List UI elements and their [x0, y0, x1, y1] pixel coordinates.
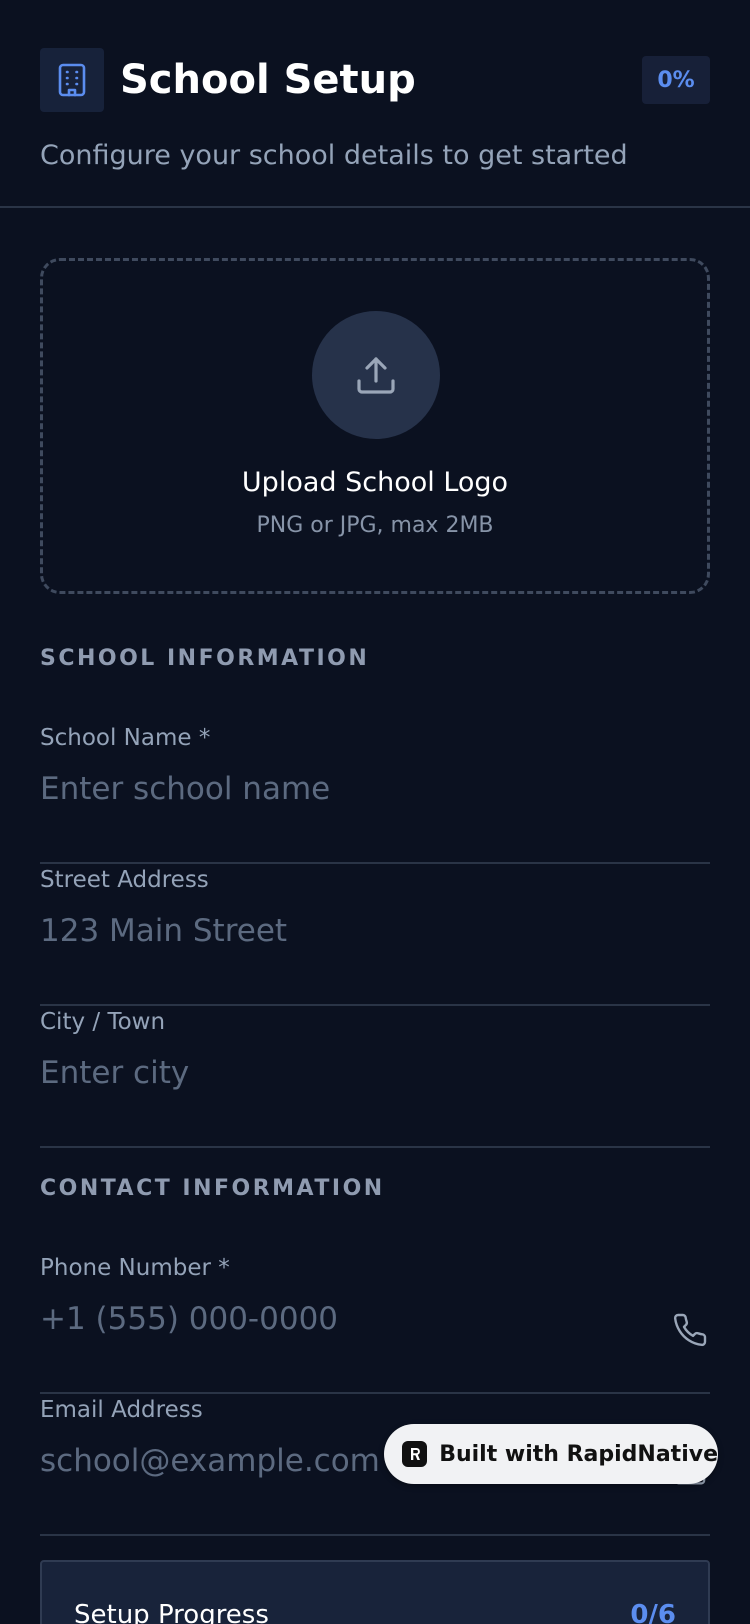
- upload-button[interactable]: [312, 311, 440, 439]
- school-setup-screen: School Setup 0% Configure your school de…: [0, 0, 750, 1624]
- progress-percent-badge: 0%: [642, 56, 710, 104]
- street-address-field-group: Street Address: [40, 864, 710, 1006]
- page-subtitle: Configure your school details to get sta…: [40, 140, 628, 171]
- school-name-input[interactable]: [40, 764, 640, 814]
- header: School Setup 0% Configure your school de…: [0, 0, 750, 208]
- street-address-input[interactable]: [40, 906, 640, 956]
- setup-progress-title: Setup Progress: [74, 1600, 269, 1624]
- city-input[interactable]: [40, 1048, 640, 1098]
- logo-upload-dropzone[interactable]: Upload School Logo PNG or JPG, max 2MB: [40, 258, 710, 594]
- upload-hint: PNG or JPG, max 2MB: [256, 513, 494, 538]
- building-icon: [40, 48, 104, 112]
- section-title-school-information: SCHOOL INFORMATION: [40, 646, 370, 671]
- city-label: City / Town: [40, 1009, 166, 1035]
- built-with-rapidnative-badge[interactable]: Built with RapidNative: [384, 1424, 718, 1484]
- street-address-label: Street Address: [40, 867, 209, 893]
- city-field-group: City / Town: [40, 1006, 710, 1148]
- upload-icon: [357, 357, 395, 394]
- school-name-label: School Name *: [40, 725, 211, 751]
- school-name-field-group: School Name *: [40, 722, 710, 864]
- section-title-contact-information: CONTACT INFORMATION: [40, 1176, 385, 1201]
- rapidnative-logo-icon: [402, 1441, 428, 1467]
- phone-label: Phone Number *: [40, 1255, 230, 1281]
- page-title: School Setup: [120, 57, 416, 103]
- upload-title: Upload School Logo: [241, 467, 509, 498]
- phone-field-group: Phone Number *: [40, 1252, 710, 1394]
- setup-progress-count: 0/6: [630, 1600, 676, 1624]
- phone-icon: [670, 1310, 710, 1350]
- email-label: Email Address: [40, 1397, 203, 1423]
- phone-input[interactable]: [40, 1294, 640, 1344]
- built-with-label: Built with RapidNative: [439, 1441, 718, 1467]
- setup-progress-card: Setup Progress 0/6: [40, 1560, 710, 1624]
